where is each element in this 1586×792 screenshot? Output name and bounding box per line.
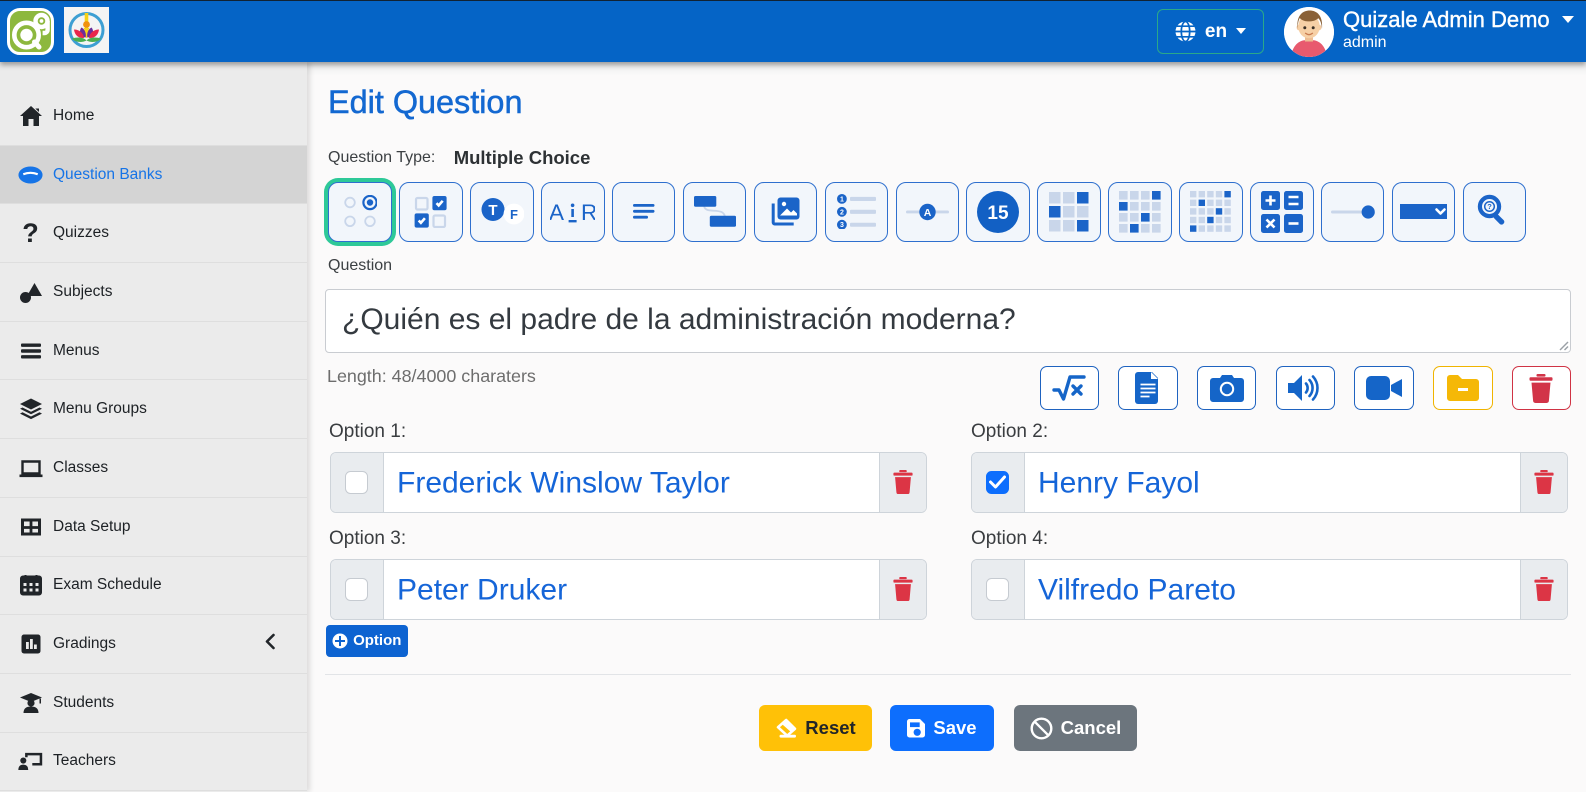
svg-text:A: A: [550, 200, 564, 224]
svg-text:2: 2: [840, 210, 844, 217]
svg-text:A: A: [923, 207, 931, 219]
svg-text:R: R: [581, 200, 595, 224]
svg-text:3: 3: [840, 222, 844, 229]
svg-text:T: T: [488, 202, 497, 219]
svg-text:F: F: [510, 207, 518, 222]
svg-text:?: ?: [1488, 202, 1493, 211]
svg-text:15: 15: [988, 203, 1010, 224]
svg-text:1: 1: [840, 197, 844, 204]
